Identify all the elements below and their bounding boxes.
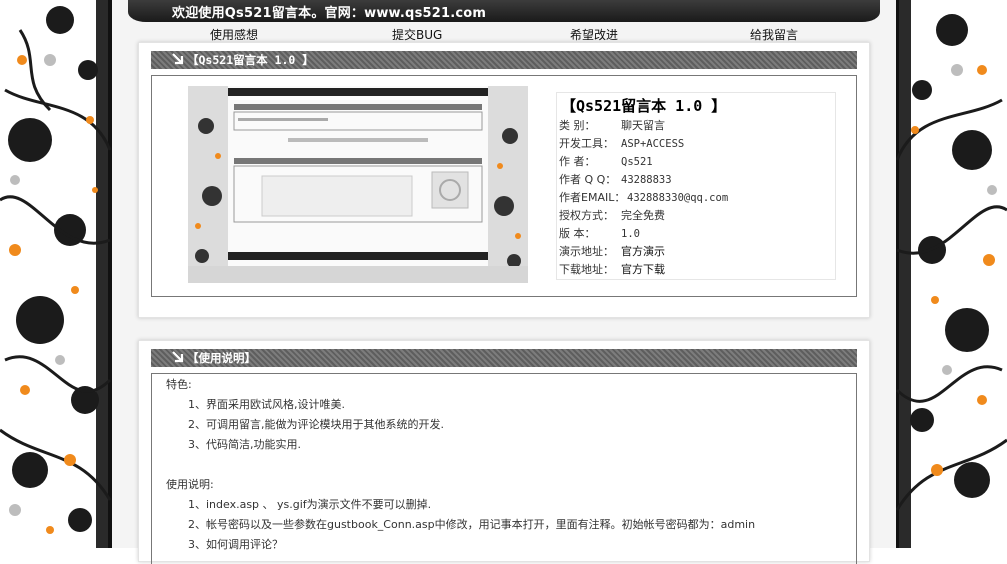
feature-item: 2、可调用留言,能做为评论模块用于其他系统的开发. [188,418,444,431]
usage-item: 2、帐号密码以及一些参数在gustbook_Conn.asp中修改，用记事本打开… [188,518,756,531]
left-floral-decoration [0,0,130,548]
info-title: 【Qs521留言本 1.0 】 [561,97,727,115]
nav-item-suggestions[interactable]: 希望改进 [570,26,618,43]
instructions-title: 【使用说明】 [187,351,256,365]
nav-item-feedback[interactable]: 使用感想 [210,26,258,43]
usage-item: 3、如何调用评论？ [188,538,283,551]
info-row-category: 类 别： 聊天留言 [559,119,665,132]
feature-item: 3、代码简洁,功能实用. [188,438,301,451]
instructions-box: 特色: 1、界面采用欧试风格,设计唯美. 2、可调用留言,能做为评论模块用于其他… [151,373,857,564]
right-floral-decoration [877,0,1007,548]
nav-item-leave-message[interactable]: 给我留言 [750,26,798,43]
instructions-title-bar: 【使用说明】 [151,349,857,367]
arrow-down-right-icon [171,350,185,367]
product-title-bar: 【Qs521留言本 1.0 】 [151,51,857,69]
demo-link[interactable]: 官方演示 [621,245,665,258]
usage-heading: 使用说明: [166,478,214,491]
info-row-email: 作者EMAIL： 432888330@qq.com [559,191,729,204]
product-info: 【Qs521留言本 1.0 】 类 别： 聊天留言 开发工具： ASP+ACCESS… [556,92,836,280]
info-row-author: 作 者： Qs521 [559,155,653,168]
arrow-down-right-icon [171,52,185,69]
product-box: 【Qs521留言本 1.0 】 类 别： 聊天留言 开发工具： ASP+ACCESS… [151,75,857,297]
feature-item: 1、界面采用欧试风格,设计唯美. [188,398,345,411]
product-title: 【Qs521留言本 1.0 】 [187,53,314,67]
download-link[interactable]: 官方下载 [621,263,665,276]
features-heading: 特色: [166,378,192,391]
info-row-demo: 演示地址： 官方演示 [559,245,665,258]
banner-text: 欢迎使用Qs521留言本。官网：www.qs521.com [172,6,487,21]
info-row-version: 版 本： 1.0 [559,227,640,240]
nav-item-submit-bug[interactable]: 提交BUG [392,26,442,43]
usage-item: 1、index.asp 、 ys.gif为演示文件不要可以删掉. [188,498,432,511]
product-panel: 【Qs521留言本 1.0 】 【Qs521留言本 1.0 】 类 别： 聊天留… [138,42,870,318]
info-row-qq: 作者 Q Q： 43288833 [559,173,672,186]
product-screenshot [188,86,528,283]
info-row-dev-tools: 开发工具： ASP+ACCESS [559,137,685,150]
info-row-download: 下载地址： 官方下载 [559,263,665,276]
instructions-panel: 【使用说明】 特色: 1、界面采用欧试风格,设计唯美. 2、可调用留言,能做为评… [138,340,870,564]
top-banner: 欢迎使用Qs521留言本。官网：www.qs521.com [128,0,880,22]
info-row-license: 授权方式： 完全免费 [559,209,665,222]
